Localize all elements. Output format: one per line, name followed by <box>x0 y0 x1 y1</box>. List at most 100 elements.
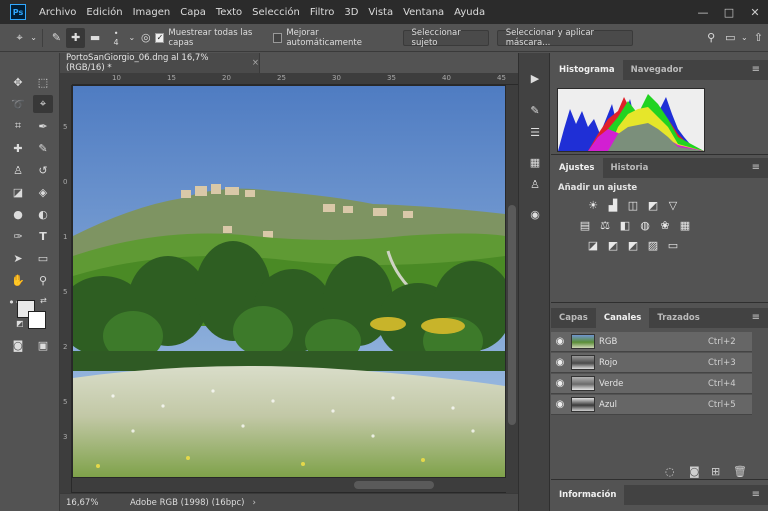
minimize-button[interactable]: — <box>690 6 716 19</box>
hand-tool-icon[interactable]: ✋ <box>8 271 28 289</box>
quick-selection-tool-icon[interactable]: ⌖ <box>33 95 53 113</box>
channel-row[interactable]: ◉ Rojo Ctrl+3 <box>551 353 752 373</box>
tab-navegador[interactable]: Navegador <box>623 60 691 80</box>
paint-bucket-tool-icon[interactable]: ◈ <box>33 183 53 201</box>
menu-imagen[interactable]: Imagen <box>128 7 176 18</box>
new-selection-icon[interactable]: ✎ <box>47 28 66 48</box>
vertical-scrollbar[interactable] <box>506 85 518 493</box>
menu-filtro[interactable]: Filtro <box>305 7 340 18</box>
zoom-tool-icon[interactable]: ⚲ <box>33 271 53 289</box>
trash-icon[interactable]: 🗑 <box>733 465 747 478</box>
menu-3d[interactable]: 3D <box>339 7 363 18</box>
panel-menu-icon[interactable]: ≡ <box>752 312 760 323</box>
tab-informacion[interactable]: Información <box>551 485 625 505</box>
tab-trazados[interactable]: Trazados <box>649 308 707 328</box>
gradient-map-icon[interactable]: ▭ <box>665 238 681 252</box>
libraries-icon[interactable]: ◉ <box>525 205 545 223</box>
add-to-selection-icon[interactable]: ✚ <box>66 27 86 48</box>
background-color-swatch[interactable] <box>28 311 46 329</box>
curves-icon[interactable]: ◫ <box>625 198 641 212</box>
channel-row[interactable]: ◉ Azul Ctrl+5 <box>551 395 752 415</box>
move-tool-icon[interactable]: ✥ <box>8 73 28 91</box>
load-channel-as-selection-icon[interactable]: ◌ <box>665 465 675 478</box>
healing-brush-tool-icon[interactable]: ✚ <box>8 139 28 157</box>
horizontal-scroll-thumb[interactable] <box>354 481 434 489</box>
quick-mask-icon[interactable]: ◙ <box>8 336 28 354</box>
select-subject-button[interactable]: Seleccionar sujeto <box>402 28 489 48</box>
menu-archivo[interactable]: Archivo <box>34 7 81 18</box>
brightness-contrast-icon[interactable]: ☀ <box>585 198 601 212</box>
type-tool-icon[interactable]: T <box>33 227 53 245</box>
black-white-icon[interactable]: ◧ <box>617 218 633 232</box>
vertical-scroll-thumb[interactable] <box>508 205 516 425</box>
color-balance-icon[interactable]: ⚖ <box>597 218 613 232</box>
document-tab[interactable]: PortoSanGiorgio_06.dng al 16,7% (RGB/16)… <box>60 53 260 73</box>
search-icon[interactable]: ⚲ <box>701 28 720 48</box>
ruler-origin[interactable] <box>60 73 72 85</box>
rectangle-tool-icon[interactable]: ▭ <box>33 249 53 267</box>
vertical-ruler[interactable]: 5 0 1 5 2 5 3 <box>60 85 72 493</box>
menu-ayuda[interactable]: Ayuda <box>449 7 490 18</box>
visibility-eye-icon[interactable]: ◉ <box>551 399 569 410</box>
channel-row[interactable]: ◉ RGB Ctrl+2 <box>551 332 752 352</box>
hue-saturation-icon[interactable]: ▤ <box>577 218 593 232</box>
channel-mixer-icon[interactable]: ❀ <box>657 218 673 232</box>
menu-capa[interactable]: Capa <box>175 7 211 18</box>
visibility-eye-icon[interactable]: ◉ <box>551 336 569 347</box>
channel-row[interactable]: ◉ Verde Ctrl+4 <box>551 374 752 394</box>
eyedropper-tool-icon[interactable]: ✒ <box>33 117 53 135</box>
new-channel-icon[interactable]: ⊞ <box>711 465 720 478</box>
image-canvas[interactable] <box>73 86 505 477</box>
blur-tool-icon[interactable]: ● <box>8 205 28 223</box>
quick-selection-tool-icon[interactable]: ⌖ <box>10 28 29 48</box>
brush-tool-icon[interactable]: ✎ <box>33 139 53 157</box>
swatches-icon[interactable]: ▦ <box>525 153 545 171</box>
default-colors-icon[interactable]: ◩ <box>16 319 24 328</box>
brush-settings-icon[interactable]: ✎ <box>525 101 545 119</box>
tab-historia[interactable]: Historia <box>603 158 657 178</box>
menu-ventana[interactable]: Ventana <box>398 7 449 18</box>
save-selection-as-channel-icon[interactable]: ◙ <box>689 465 700 478</box>
properties-icon[interactable]: ☰ <box>525 123 545 141</box>
tab-canales[interactable]: Canales <box>595 308 650 328</box>
close-tab-icon[interactable]: × <box>252 58 259 68</box>
auto-enhance-option[interactable]: Mejorar automáticamente <box>273 28 382 48</box>
lasso-tool-icon[interactable]: ➰ <box>8 95 28 113</box>
eraser-tool-icon[interactable]: ◪ <box>8 183 28 201</box>
threshold-icon[interactable]: ◩ <box>625 238 641 252</box>
photo-filter-icon[interactable]: ◍ <box>637 218 653 232</box>
chevron-down-icon[interactable]: ⌄ <box>740 28 749 48</box>
horizontal-scrollbar[interactable] <box>72 478 506 492</box>
maximize-button[interactable]: □ <box>716 6 742 19</box>
tab-histograma[interactable]: Histograma <box>551 60 623 80</box>
tab-capas[interactable]: Capas <box>551 308 596 328</box>
selective-color-icon[interactable]: ▨ <box>645 238 661 252</box>
levels-icon[interactable]: ▟ <box>605 198 621 212</box>
exposure-icon[interactable]: ◩ <box>645 198 661 212</box>
visibility-eye-icon[interactable]: ◉ <box>551 378 569 389</box>
pen-tool-icon[interactable]: ✑ <box>8 227 28 245</box>
swap-colors-icon[interactable]: ⇄ <box>40 296 47 305</box>
marquee-tool-icon[interactable]: ⬚ <box>33 73 53 91</box>
chevron-down-icon[interactable]: ⌄ <box>127 28 136 48</box>
menu-seleccion[interactable]: Selección <box>247 7 305 18</box>
checkbox-unchecked-icon[interactable] <box>273 32 283 43</box>
vibrance-icon[interactable]: ▽ <box>665 198 681 212</box>
history-brush-tool-icon[interactable]: ↺ <box>33 161 53 179</box>
checkbox-checked-icon[interactable]: ✓ <box>155 32 165 43</box>
invert-icon[interactable]: ◪ <box>585 238 601 252</box>
horizontal-ruler[interactable]: 10 15 20 25 30 35 40 45 <box>72 73 518 85</box>
subtract-from-selection-icon[interactable]: ▬ <box>85 28 104 48</box>
zoom-level[interactable]: 16,67% <box>66 498 130 508</box>
chevron-down-icon[interactable]: ⌄ <box>29 28 38 48</box>
crop-tool-icon[interactable]: ⌗ <box>8 117 28 135</box>
menu-edicion[interactable]: Edición <box>81 7 127 18</box>
menu-vista[interactable]: Vista <box>363 7 398 18</box>
panel-menu-icon[interactable]: ≡ <box>752 162 760 173</box>
menu-texto[interactable]: Texto <box>211 7 247 18</box>
color-lookup-icon[interactable]: ▦ <box>677 218 693 232</box>
tab-ajustes[interactable]: Ajustes <box>551 158 603 178</box>
workspace-icon[interactable]: ▭ <box>721 28 740 48</box>
posterize-icon[interactable]: ◩ <box>605 238 621 252</box>
brush-angle-icon[interactable]: ◎ <box>136 28 155 48</box>
